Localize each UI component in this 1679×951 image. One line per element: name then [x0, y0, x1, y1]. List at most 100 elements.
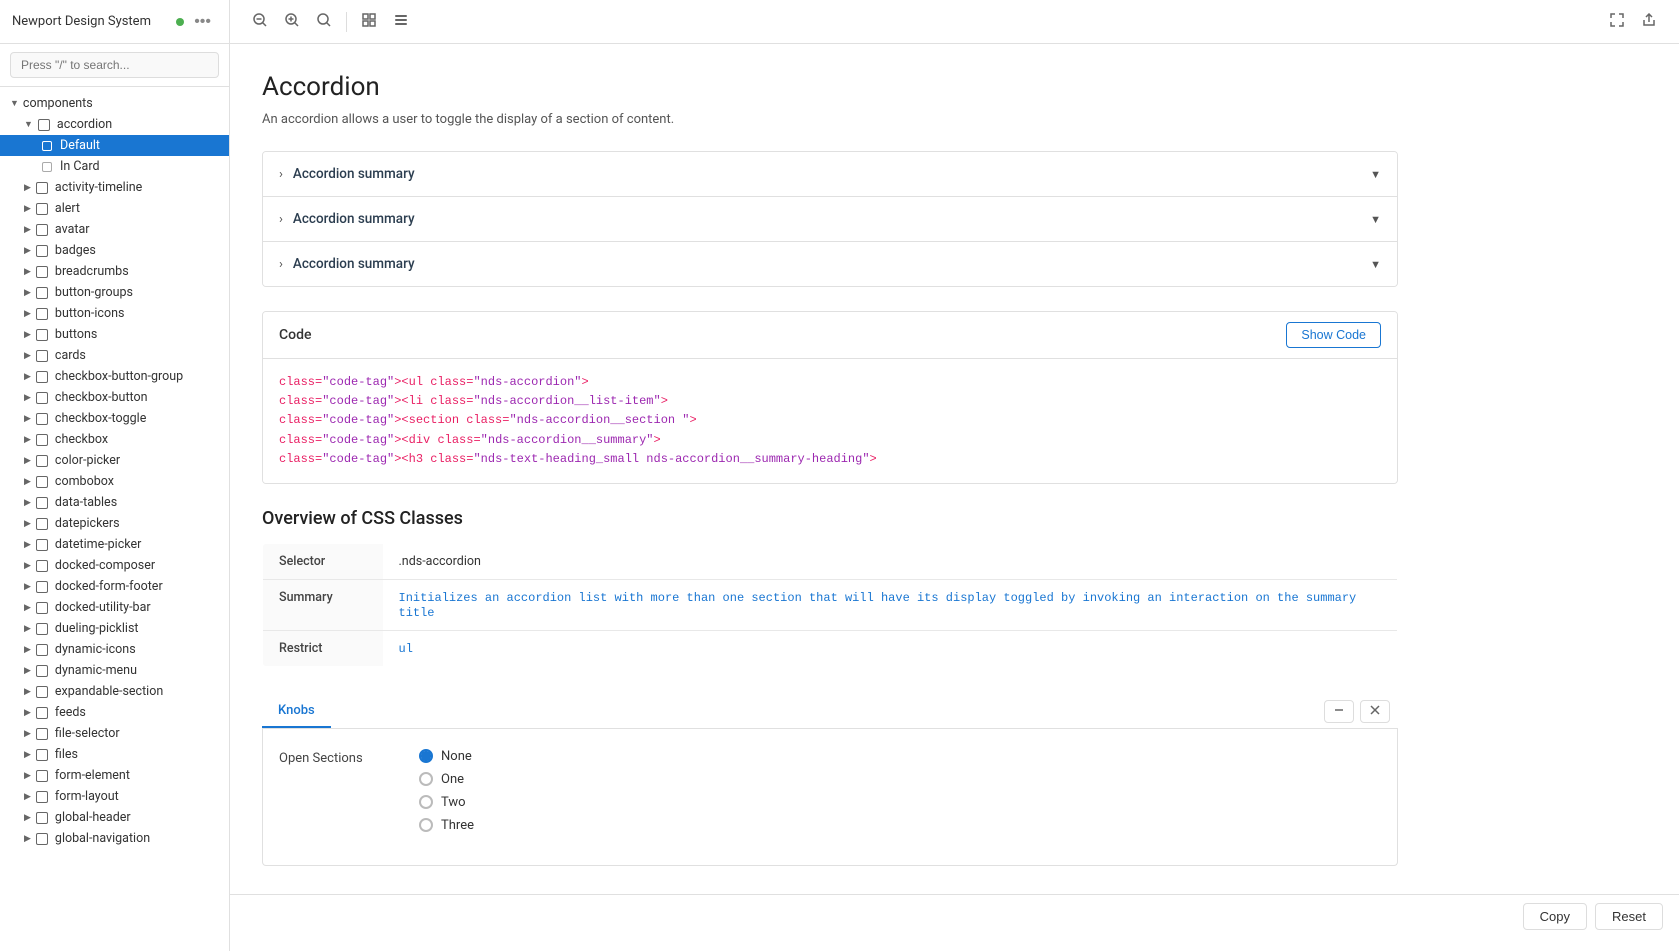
search-input[interactable] — [10, 52, 219, 78]
component-icon — [35, 706, 49, 720]
fullscreen-button[interactable] — [1603, 8, 1631, 35]
sidebar-item-button-groups[interactable]: ▶button-groups — [0, 282, 229, 303]
sidebar-item-activity-timeline[interactable]: ▶activity-timeline — [0, 177, 229, 198]
zoom-reset-button[interactable] — [310, 8, 338, 35]
list-view-button[interactable] — [387, 8, 415, 35]
sidebar-item-label: datetime-picker — [55, 537, 141, 552]
expand-icon: ▶ — [24, 834, 31, 844]
toolbar-left — [246, 8, 415, 35]
zoom-in-button[interactable] — [278, 8, 306, 35]
accordion-item[interactable]: ›Accordion summary▼ — [263, 152, 1397, 197]
chevron-right-icon: › — [279, 167, 283, 182]
knobs-body: Open Sections NoneOneTwoThree — [262, 729, 1398, 866]
sidebar-item-global-navigation[interactable]: ▶global-navigation — [0, 828, 229, 849]
sidebar-item-label: buttons — [55, 327, 97, 342]
sidebar-item-checkbox-button-group[interactable]: ▶checkbox-button-group — [0, 366, 229, 387]
code-section: Code Show Code class="code-tag"><ul clas… — [262, 311, 1398, 484]
knob-option[interactable]: None — [419, 749, 474, 764]
page-title: Accordion — [262, 72, 1398, 102]
more-menu-button[interactable]: ••• — [188, 11, 217, 33]
sidebar-item-file-selector[interactable]: ▶file-selector — [0, 723, 229, 744]
knobs-minimize-button[interactable] — [1324, 700, 1354, 723]
sidebar-item-label: checkbox-button — [55, 390, 148, 405]
expand-icon: ▶ — [24, 750, 31, 760]
sidebar-item-combobox[interactable]: ▶combobox — [0, 471, 229, 492]
sidebar-item-checkbox-button[interactable]: ▶checkbox-button — [0, 387, 229, 408]
sidebar-item-label: activity-timeline — [55, 180, 142, 195]
accordion-demo: ›Accordion summary▼›Accordion summary▼›A… — [262, 151, 1398, 287]
nav-tree: ▼components▼accordionDefaultIn Card▶acti… — [0, 87, 229, 951]
sidebar-item-global-header[interactable]: ▶global-header — [0, 807, 229, 828]
expand-icon: ▶ — [24, 477, 31, 487]
sidebar-item-in-card[interactable]: In Card — [0, 156, 229, 177]
show-code-button[interactable]: Show Code — [1286, 322, 1381, 348]
accordion-item[interactable]: ›Accordion summary▼ — [263, 197, 1397, 242]
sidebar-item-form-element[interactable]: ▶form-element — [0, 765, 229, 786]
sidebar-item-breadcrumbs[interactable]: ▶breadcrumbs — [0, 261, 229, 282]
expand-icon: ▶ — [24, 729, 31, 739]
sidebar-item-cards[interactable]: ▶cards — [0, 345, 229, 366]
expand-icon: ▶ — [24, 309, 31, 319]
radio-input[interactable] — [419, 818, 433, 832]
sidebar-item-datepickers[interactable]: ▶datepickers — [0, 513, 229, 534]
sidebar-item-dynamic-icons[interactable]: ▶dynamic-icons — [0, 639, 229, 660]
expand-icon: ▶ — [24, 414, 31, 424]
toolbar — [230, 0, 1679, 44]
sidebar-item-button-icons[interactable]: ▶ button-icons — [0, 303, 229, 324]
radio-input[interactable] — [419, 749, 433, 763]
sidebar-item-docked-composer[interactable]: ▶docked-composer — [0, 555, 229, 576]
share-button[interactable] — [1635, 8, 1663, 35]
component-icon — [35, 181, 49, 195]
sidebar-item-expandable-section[interactable]: ▶expandable-section — [0, 681, 229, 702]
zoom-out-button[interactable] — [246, 8, 274, 35]
sidebar-item-avatar[interactable]: ▶avatar — [0, 219, 229, 240]
sidebar-item-label: button-icons — [55, 306, 125, 321]
component-icon — [35, 790, 49, 804]
knob-option[interactable]: Three — [419, 818, 474, 833]
table-row: Restrictul — [263, 630, 1398, 666]
story-icon — [40, 139, 54, 153]
dropdown-arrow-icon: ▼ — [1370, 258, 1381, 271]
sidebar-item-datetime-picker[interactable]: ▶datetime-picker — [0, 534, 229, 555]
knob-option[interactable]: Two — [419, 795, 474, 810]
sidebar-item-alert[interactable]: ▶alert — [0, 198, 229, 219]
copy-button[interactable]: Copy — [1523, 903, 1587, 930]
sidebar-item-label: docked-utility-bar — [55, 600, 151, 615]
tab-knobs[interactable]: Knobs — [262, 695, 331, 728]
sidebar-item-default[interactable]: Default — [0, 135, 229, 156]
code-line: class="code-tag"><section class="nds-acc… — [279, 411, 1381, 430]
expand-icon: ▶ — [24, 288, 31, 298]
radio-input[interactable] — [419, 795, 433, 809]
story-icon — [40, 160, 54, 174]
sidebar-item-docked-form-footer[interactable]: ▶docked-form-footer — [0, 576, 229, 597]
sidebar-item-components[interactable]: ▼components — [0, 93, 229, 114]
sidebar-item-checkbox-toggle[interactable]: ▶checkbox-toggle — [0, 408, 229, 429]
main-panel: Accordion An accordion allows a user to … — [230, 0, 1679, 951]
sidebar-item-badges[interactable]: ▶badges — [0, 240, 229, 261]
sidebar-item-docked-utility-bar[interactable]: ▶docked-utility-bar — [0, 597, 229, 618]
accordion-item-label: Accordion summary — [293, 166, 1370, 182]
table-cell-col1: Restrict — [263, 630, 383, 666]
sidebar-item-dueling-picklist[interactable]: ▶dueling-picklist — [0, 618, 229, 639]
css-classes-table: Selector.nds-accordionSummaryInitializes… — [262, 543, 1398, 667]
knob-option[interactable]: One — [419, 772, 474, 787]
table-cell-col1: Summary — [263, 579, 383, 630]
sidebar-item-buttons[interactable]: ▶buttons — [0, 324, 229, 345]
sidebar-item-color-picker[interactable]: ▶color-picker — [0, 450, 229, 471]
radio-input[interactable] — [419, 772, 433, 786]
sidebar-item-data-tables[interactable]: ▶data-tables — [0, 492, 229, 513]
component-icon — [35, 727, 49, 741]
sidebar-item-feeds[interactable]: ▶feeds — [0, 702, 229, 723]
search-box — [0, 44, 229, 87]
knobs-close-button[interactable] — [1360, 700, 1390, 723]
accordion-item[interactable]: ›Accordion summary▼ — [263, 242, 1397, 286]
reset-button[interactable]: Reset — [1595, 903, 1663, 930]
expand-icon: ▶ — [24, 246, 31, 256]
sidebar-item-checkbox[interactable]: ▶checkbox — [0, 429, 229, 450]
sidebar-item-form-layout[interactable]: ▶form-layout — [0, 786, 229, 807]
sidebar-item-files[interactable]: ▶files — [0, 744, 229, 765]
sidebar-item-accordion[interactable]: ▼accordion — [0, 114, 229, 135]
sidebar-item-dynamic-menu[interactable]: ▶dynamic-menu — [0, 660, 229, 681]
component-icon — [35, 265, 49, 279]
grid-view-button[interactable] — [355, 8, 383, 35]
